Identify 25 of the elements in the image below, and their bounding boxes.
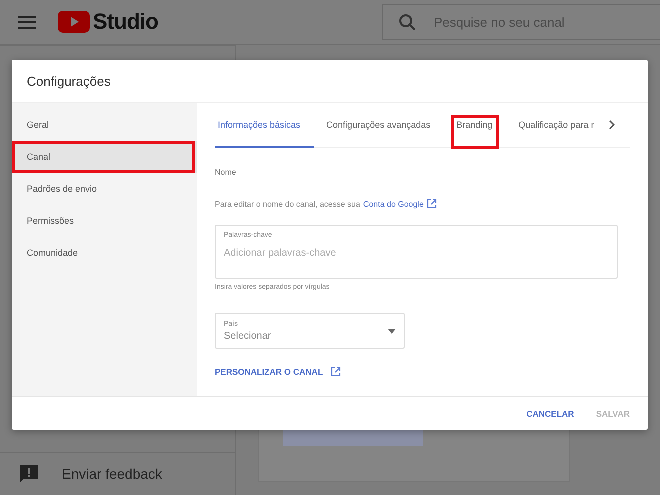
sidebar-item[interactable]: Geral [12, 109, 197, 141]
google-account-link[interactable]: Conta do Google [363, 200, 424, 208]
menu-icon[interactable] [18, 16, 36, 28]
dialog-button[interactable]: CANCELAR [518, 402, 582, 424]
external-link-icon [426, 199, 437, 209]
chevron-right-icon[interactable] [609, 120, 616, 130]
sidebar-item[interactable]: Padrões de envio [12, 173, 197, 205]
tab[interactable]: Qualificação para r [506, 103, 608, 148]
tab[interactable]: Configurações avançadas [314, 103, 444, 148]
dialog-title: Configurações [26, 72, 112, 91]
sidebar-item[interactable]: Canal [12, 141, 197, 173]
feedback-icon [18, 463, 40, 485]
dropdown-icon [388, 328, 396, 334]
tab[interactable]: Branding [444, 103, 506, 148]
external-link-icon [331, 367, 342, 377]
tab[interactable]: Informações básicas [215, 103, 314, 148]
sidebar-item[interactable]: Permissões [12, 205, 197, 237]
studio-logo: Studio [93, 9, 158, 35]
field-label: Nome [215, 168, 238, 177]
sidebar-item[interactable]: Comunidade [12, 237, 197, 269]
play-logo-icon [58, 11, 90, 33]
customize-channel-link[interactable]: PERSONALIZAR O CANAL [215, 367, 324, 377]
hint-text: Para editar o nome do canal, acesse sua [215, 200, 360, 208]
search-icon [399, 14, 416, 30]
nav-item[interactable]: Enviar feedback [62, 466, 162, 482]
